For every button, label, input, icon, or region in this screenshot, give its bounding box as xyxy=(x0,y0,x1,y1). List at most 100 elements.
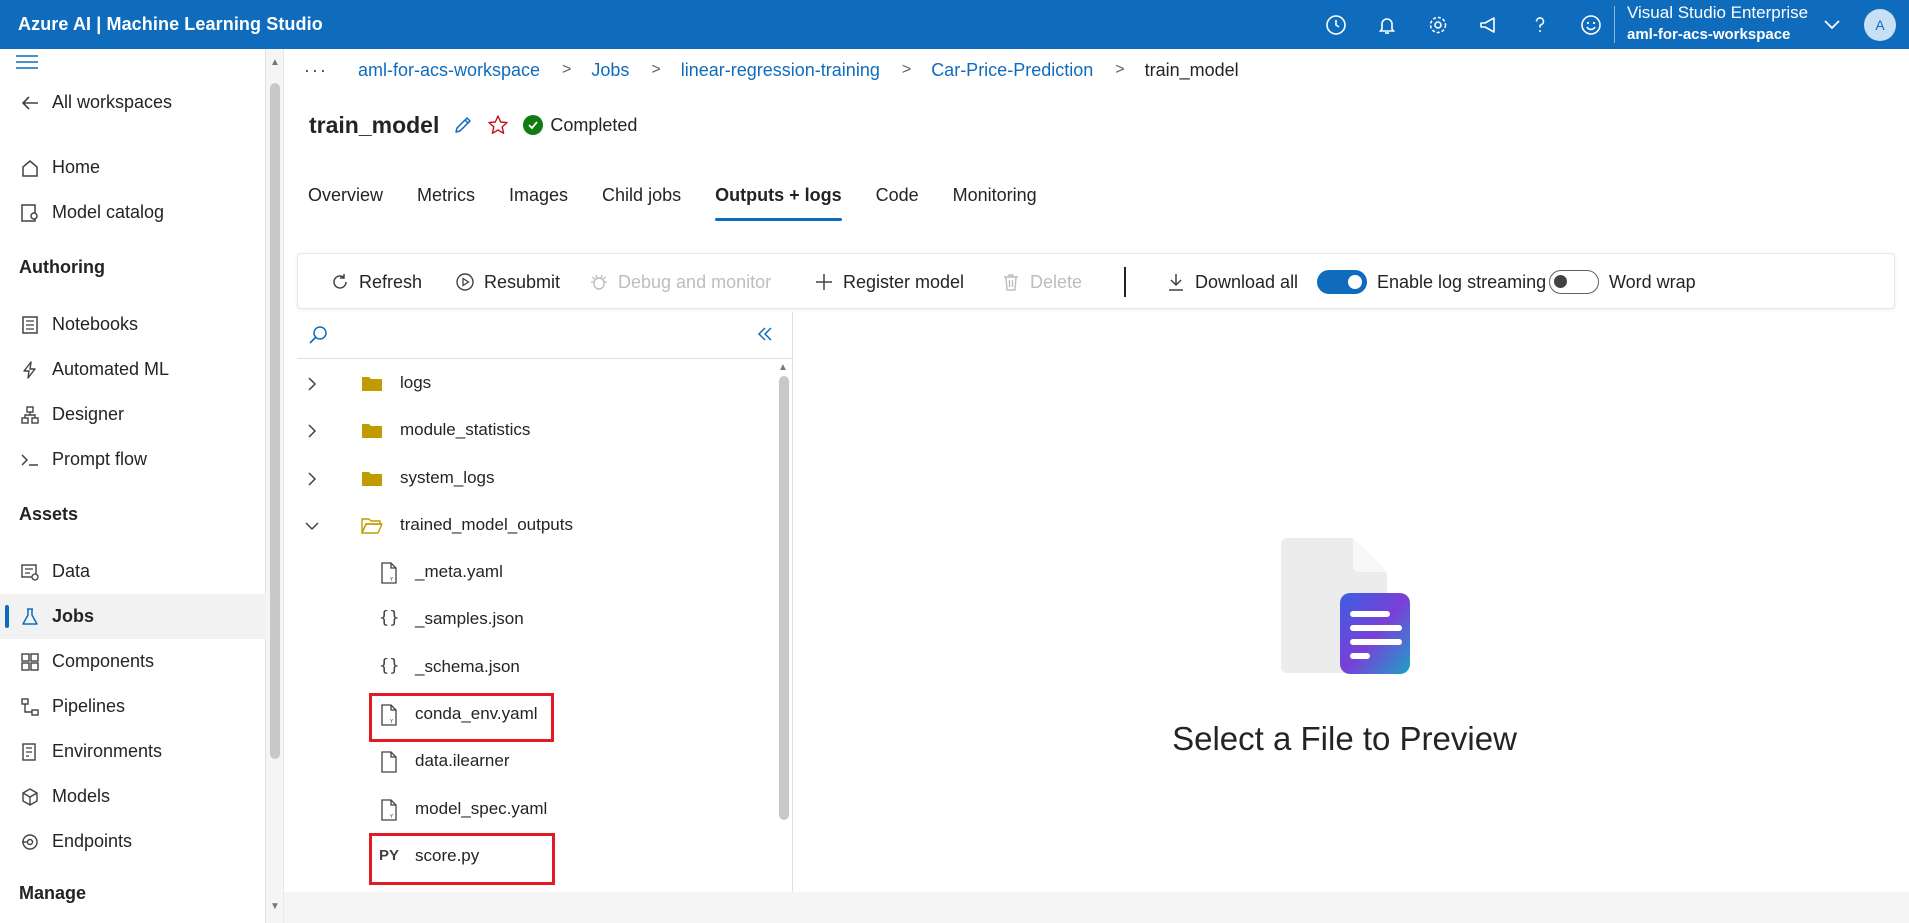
account-switcher[interactable]: Visual Studio Enterprise aml-for-acs-wor… xyxy=(1627,2,1808,46)
sidebar-item-label: Prompt flow xyxy=(52,449,148,469)
tab-metrics[interactable]: Metrics xyxy=(417,180,475,222)
file-icon xyxy=(379,751,399,778)
tree-file-row[interactable]: data.ilearner xyxy=(297,742,775,782)
app-title[interactable]: Azure AI | Machine Learning Studio xyxy=(18,14,323,35)
log-streaming-label: Enable log streaming xyxy=(1377,271,1547,292)
folder-name: system_logs xyxy=(400,468,495,487)
delete-label: Delete xyxy=(1030,271,1083,292)
tree-folder-row-expanded[interactable]: trained_model_outputs xyxy=(297,506,775,546)
sidebar-item-pipelines[interactable]: Pipelines xyxy=(0,684,266,729)
breadcrumb-more-button[interactable]: ··· xyxy=(304,60,328,81)
toolbar-divider xyxy=(1124,267,1126,297)
word-wrap-toggle[interactable]: Word wrap xyxy=(1549,254,1696,310)
preview-message: Select a File to Preview xyxy=(1172,720,1517,757)
sidebar-item-data[interactable]: Data xyxy=(0,549,266,594)
sidebar-item-models[interactable]: Models xyxy=(0,774,266,819)
delete-button[interactable]: Delete xyxy=(1000,254,1082,310)
chevron-right-icon[interactable] xyxy=(302,421,322,446)
tree-folder-row[interactable]: system_logs xyxy=(297,459,775,499)
tree-folder-row[interactable]: module_statistics xyxy=(297,411,775,451)
word-wrap-label: Word wrap xyxy=(1609,271,1696,292)
sidebar-item-designer[interactable]: Designer xyxy=(0,392,266,437)
debug-label: Debug and monitor xyxy=(618,271,772,292)
sidebar-item-environments[interactable]: Environments xyxy=(0,729,266,774)
sidebar-item-home[interactable]: Home xyxy=(0,145,266,190)
breadcrumb-link[interactable]: aml-for-acs-workspace xyxy=(358,60,540,81)
star-icon[interactable] xyxy=(487,114,509,136)
breadcrumb-link[interactable]: Car-Price-Prediction xyxy=(931,60,1093,81)
all-workspaces-link[interactable]: All workspaces xyxy=(0,80,266,125)
scroll-down-arrow-icon[interactable]: ▼ xyxy=(270,901,280,912)
chevron-right-icon[interactable] xyxy=(302,469,322,494)
pencil-icon[interactable] xyxy=(452,114,474,136)
highlight-box xyxy=(369,693,554,742)
tree-file-row[interactable]: {} _schema.json xyxy=(297,648,775,688)
file-tree-scrollbar[interactable]: ▲ ▼ xyxy=(775,362,793,923)
file-name: _meta.yaml xyxy=(415,562,503,581)
refresh-label: Refresh xyxy=(359,271,423,292)
sidebar-item-prompt-flow[interactable]: Prompt flow xyxy=(0,437,266,482)
folder-name: module_statistics xyxy=(400,420,531,439)
notebook-icon xyxy=(20,315,40,335)
download-all-button[interactable]: Download all xyxy=(1165,254,1298,310)
sidebar-item-model-catalog[interactable]: Model catalog xyxy=(0,190,266,235)
log-streaming-toggle[interactable]: Enable log streaming xyxy=(1317,254,1546,310)
toggle-switch-off[interactable] xyxy=(1549,270,1599,294)
section-header-authoring: Authoring xyxy=(19,257,105,277)
breadcrumb-link[interactable]: Jobs xyxy=(591,60,629,81)
chevron-down-icon[interactable] xyxy=(302,516,322,541)
top-bar-icons xyxy=(1310,0,1616,49)
sidebar-item-label: Home xyxy=(52,157,101,177)
tab-overview[interactable]: Overview xyxy=(308,180,383,222)
toggle-switch-on[interactable] xyxy=(1317,270,1367,294)
sidebar-item-automated-ml[interactable]: Automated ML xyxy=(0,347,266,392)
search-icon[interactable] xyxy=(307,324,329,351)
history-icon[interactable] xyxy=(1310,0,1361,49)
file-preview-pane: Select a File to Preview xyxy=(794,312,1895,892)
resubmit-button[interactable]: Resubmit xyxy=(454,254,560,310)
endpoints-icon xyxy=(20,832,40,852)
sidebar-item-endpoints[interactable]: Endpoints xyxy=(0,819,266,864)
job-header: train_model Completed xyxy=(309,110,637,140)
tab-child-jobs[interactable]: Child jobs xyxy=(602,180,681,222)
tab-outputs-logs[interactable]: Outputs + logs xyxy=(715,180,842,222)
chevron-down-icon[interactable] xyxy=(1822,14,1842,39)
scroll-up-arrow-icon[interactable]: ▲ xyxy=(270,57,280,68)
scrollbar-thumb[interactable] xyxy=(779,376,789,820)
megaphone-icon[interactable] xyxy=(1463,0,1514,49)
sidebar-item-components[interactable]: Components xyxy=(0,639,266,684)
scroll-up-arrow-icon[interactable]: ▲ xyxy=(778,362,788,373)
debug-monitor-button[interactable]: Debug and monitor xyxy=(588,254,771,310)
tree-folder-row[interactable]: logs xyxy=(297,364,775,404)
sidebar-item-label: Automated ML xyxy=(52,359,170,379)
sidebar-item-notebooks[interactable]: Notebooks xyxy=(0,302,266,347)
smiley-icon[interactable] xyxy=(1565,0,1616,49)
tree-file-row[interactable]: Y model_spec.yaml xyxy=(297,790,775,830)
status-text: Completed xyxy=(550,114,638,135)
data-icon xyxy=(20,562,40,582)
avatar: A xyxy=(1864,9,1896,41)
svg-text:Y: Y xyxy=(389,577,394,583)
arrow-left-icon xyxy=(20,93,40,113)
sidebar-item-jobs[interactable]: Jobs xyxy=(0,594,266,639)
collapse-panel-icon[interactable] xyxy=(755,324,775,349)
breadcrumb-link[interactable]: linear-regression-training xyxy=(681,60,880,81)
scrollbar-thumb[interactable] xyxy=(270,83,280,759)
register-model-button[interactable]: Register model xyxy=(813,254,964,310)
avatar-button[interactable]: A xyxy=(1855,4,1905,46)
hamburger-menu-icon[interactable] xyxy=(16,55,38,74)
tab-images[interactable]: Images xyxy=(509,180,568,222)
json-file-icon: {} xyxy=(379,656,400,676)
tab-monitoring[interactable]: Monitoring xyxy=(953,180,1037,222)
refresh-button[interactable]: Refresh xyxy=(329,254,422,310)
page-title: train_model xyxy=(309,111,440,138)
tab-code[interactable]: Code xyxy=(876,180,919,222)
sidebar-scrollbar[interactable]: ▲ ▼ xyxy=(266,49,284,923)
help-icon[interactable] xyxy=(1514,0,1565,49)
tree-file-row[interactable]: Y _meta.yaml xyxy=(297,553,775,593)
tree-file-row[interactable]: {} _samples.json xyxy=(297,600,775,640)
breadcrumb: ··· aml-for-acs-workspace > Jobs > linea… xyxy=(304,58,1239,82)
bell-icon[interactable] xyxy=(1361,0,1412,49)
gear-icon[interactable] xyxy=(1412,0,1463,49)
chevron-right-icon[interactable] xyxy=(302,374,322,399)
